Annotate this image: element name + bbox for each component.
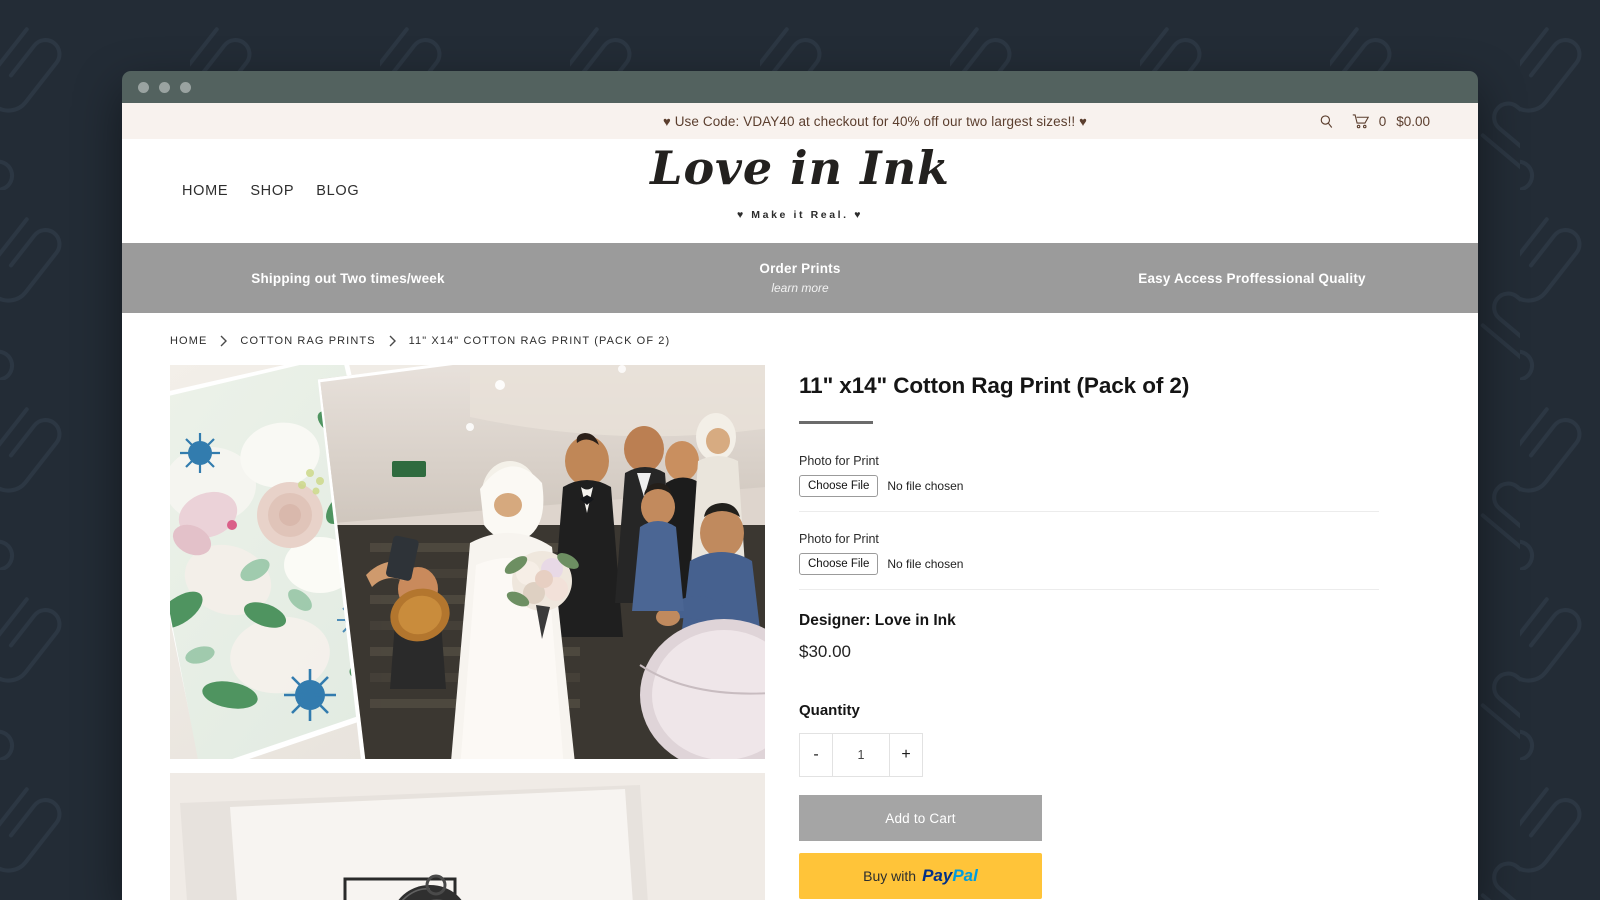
page-viewport: ♥ Use Code: VDAY40 at checkout for 40% o… bbox=[122, 103, 1478, 900]
promo-column-order-prints[interactable]: Order Prints learn more bbox=[574, 261, 1026, 295]
cart-total: $0.00 bbox=[1396, 113, 1430, 129]
breadcrumb-item-home[interactable]: HOME bbox=[170, 335, 207, 347]
choose-file-button[interactable]: Choose File bbox=[799, 475, 879, 497]
promo-column-shipping: Shipping out Two times/week bbox=[122, 271, 574, 286]
quantity-stepper: - + bbox=[799, 733, 923, 777]
cart-icon bbox=[1352, 113, 1369, 129]
page-title: 11" x14" Cotton Rag Print (Pack of 2) bbox=[799, 373, 1190, 398]
close-window-button[interactable] bbox=[138, 81, 149, 93]
nav-item-blog[interactable]: BLOG bbox=[316, 183, 359, 199]
quantity-label: Quantity bbox=[799, 702, 860, 719]
product-gallery bbox=[170, 365, 765, 900]
site-header: HOME SHOP BLOG Love in Ink ♥ Make it Rea… bbox=[122, 139, 1478, 243]
search-icon[interactable] bbox=[1319, 114, 1334, 129]
announcement-text: Use Code: VDAY40 at checkout for 40% off… bbox=[674, 113, 1076, 129]
breadcrumb-item-collection[interactable]: COTTON RAG PRINTS bbox=[240, 335, 375, 347]
header-tools: 0 $0.00 bbox=[1319, 103, 1430, 139]
product-page-content: 11" x14" Cotton Rag Print (Pack of 2) Ph… bbox=[122, 365, 1478, 900]
file-status-text: No file chosen bbox=[887, 557, 964, 571]
heart-icon-left: ♥ bbox=[663, 113, 671, 129]
field-label: Photo for Print bbox=[799, 454, 879, 468]
photo-upload-field-2: Photo for Print Choose File No file chos… bbox=[799, 532, 1379, 590]
photo-upload-field-1: Photo for Print Choose File No file chos… bbox=[799, 454, 1379, 512]
breadcrumb: HOME COTTON RAG PRINTS 11" X14" COTTON R… bbox=[122, 313, 1478, 365]
choose-file-button[interactable]: Choose File bbox=[799, 553, 879, 575]
chevron-right-icon bbox=[219, 335, 228, 347]
paypal-lead-text: Buy with bbox=[863, 868, 917, 884]
product-image-primary[interactable] bbox=[170, 365, 765, 759]
promo-column-quality: Easy Access Proffessional Quality bbox=[1026, 271, 1478, 286]
nav-item-home[interactable]: HOME bbox=[182, 183, 228, 199]
browser-titlebar bbox=[122, 71, 1478, 103]
product-designer: Designer: Love in Ink bbox=[799, 612, 956, 629]
main-navigation: HOME SHOP BLOG bbox=[182, 183, 359, 199]
minimize-window-button[interactable] bbox=[159, 81, 170, 93]
promo-title: Order Prints bbox=[759, 261, 841, 276]
file-input-row[interactable]: Choose File No file chosen bbox=[799, 475, 1379, 512]
heart-icon-right: ♥ bbox=[1079, 113, 1087, 129]
announcement-bar: ♥ Use Code: VDAY40 at checkout for 40% o… bbox=[122, 103, 1478, 139]
announcement-message: ♥ Use Code: VDAY40 at checkout for 40% o… bbox=[122, 114, 1478, 129]
paypal-logo: PayPal bbox=[922, 866, 978, 885]
promo-bar: Shipping out Two times/week Order Prints… bbox=[122, 243, 1478, 313]
logo-tagline: ♥ Make it Real. ♥ bbox=[736, 209, 864, 221]
quantity-increment-button[interactable]: + bbox=[889, 733, 923, 777]
maximize-window-button[interactable] bbox=[180, 81, 191, 93]
cart-summary[interactable]: 0 $0.00 bbox=[1352, 114, 1430, 129]
file-input-row[interactable]: Choose File No file chosen bbox=[799, 553, 1379, 590]
product-details: 11" x14" Cotton Rag Print (Pack of 2) Ph… bbox=[799, 365, 1379, 900]
quantity-input[interactable] bbox=[833, 733, 889, 777]
breadcrumb-item-current: 11" X14" COTTON RAG PRINT (PACK OF 2) bbox=[408, 335, 671, 347]
file-status-text: No file chosen bbox=[887, 479, 964, 493]
promo-title: Easy Access Proffessional Quality bbox=[1138, 270, 1366, 286]
quantity-decrement-button[interactable]: - bbox=[799, 733, 833, 777]
cart-count: 0 bbox=[1378, 113, 1387, 129]
nav-item-shop[interactable]: SHOP bbox=[250, 183, 294, 199]
chevron-right-icon bbox=[388, 335, 397, 347]
site-logo[interactable]: Love in Ink ♥ Make it Real. ♥ bbox=[590, 145, 1010, 221]
product-image-secondary[interactable] bbox=[170, 773, 765, 900]
logo-wordmark: Love in Ink bbox=[650, 141, 950, 195]
field-label: Photo for Print bbox=[799, 532, 879, 546]
promo-learn-more-link[interactable]: learn more bbox=[574, 281, 1026, 295]
promo-title: Shipping out Two times/week bbox=[251, 270, 445, 286]
browser-window: ♥ Use Code: VDAY40 at checkout for 40% o… bbox=[122, 71, 1478, 900]
buy-with-paypal-button[interactable]: Buy with PayPal bbox=[799, 853, 1042, 899]
add-to-cart-button[interactable]: Add to Cart bbox=[799, 795, 1042, 841]
product-price: $30.00 bbox=[799, 642, 851, 661]
title-divider bbox=[799, 421, 873, 424]
